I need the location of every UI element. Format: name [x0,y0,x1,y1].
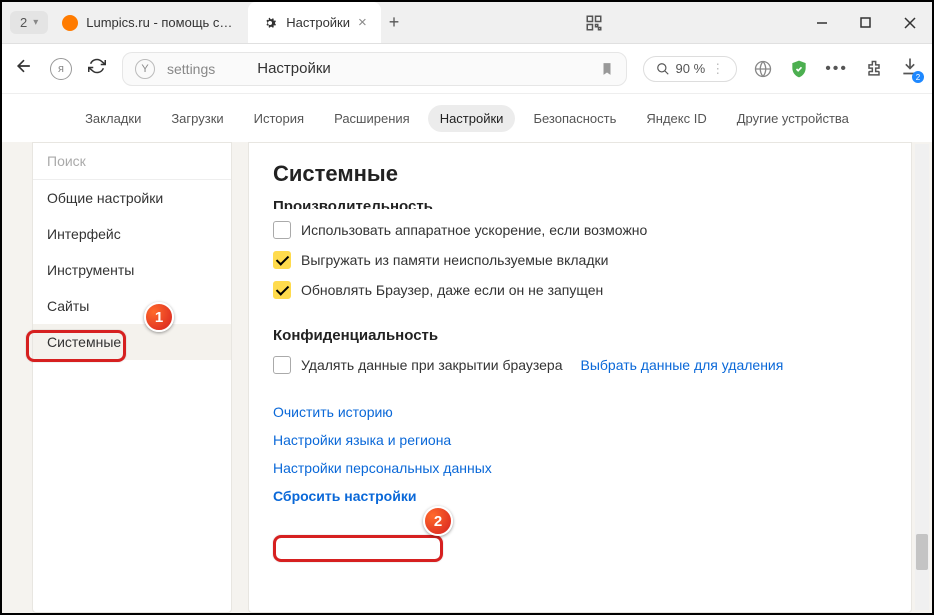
tab-title: Настройки [286,15,350,30]
sidebar-item-interface[interactable]: Интерфейс [33,216,231,252]
close-tab-icon[interactable]: × [358,14,367,31]
link-personal-data[interactable]: Настройки персональных данных [273,460,492,476]
settings-nav-tabs: Закладки Загрузки История Расширения Нас… [2,94,932,142]
option-update-browser[interactable]: Обновлять Браузер, даже если он не запущ… [273,281,887,299]
tab-bookmarks[interactable]: Закладки [73,105,153,132]
back-button[interactable] [14,56,34,81]
tab-title: Lumpics.ru - помощь с ко [86,15,234,30]
window-titlebar: 2 ▾ Lumpics.ru - помощь с ко Настройки ×… [2,2,932,44]
extensions-icon[interactable] [864,59,884,79]
globe-icon[interactable] [753,59,773,79]
option-label: Выгружать из памяти неиспользуемые вклад… [301,252,608,268]
tab-extensions[interactable]: Расширения [322,105,422,132]
url-text: settings [167,61,215,77]
shield-icon[interactable] [789,59,809,79]
section-performance: Производительность [273,199,887,209]
tab-yandexid[interactable]: Яндекс ID [634,105,718,132]
tab-security[interactable]: Безопасность [521,105,628,132]
zoom-indicator[interactable]: 90 % ⋮ [643,56,738,82]
scrollbar-track[interactable] [915,144,929,610]
tab-group-count: 2 [20,15,27,30]
qr-icon[interactable] [585,14,603,32]
browser-tab-lumpics[interactable]: Lumpics.ru - помощь с ко [48,2,248,43]
sidebar-search-input[interactable]: Поиск [33,143,231,180]
tab-other-devices[interactable]: Другие устройства [725,105,861,132]
url-page-title: Настройки [257,60,331,77]
gear-icon [262,15,278,31]
option-label: Обновлять Браузер, даже если он не запущ… [301,282,603,298]
sidebar-item-sites[interactable]: Сайты [33,288,231,324]
tab-group-chip[interactable]: 2 ▾ [10,11,48,34]
address-bar: settings Настройки 90 % ⋮ ••• 2 [2,44,932,94]
link-language-region[interactable]: Настройки языка и региона [273,432,451,448]
more-menu-button[interactable]: ••• [825,60,848,78]
option-clear-on-close[interactable]: Удалять данные при закрытии браузера Выб… [273,356,887,374]
page-heading: Системные [273,161,887,187]
window-controls [800,2,932,44]
tab-history[interactable]: История [242,105,316,132]
checkbox-checked[interactable] [273,281,291,299]
sidebar-item-system[interactable]: Системные [33,324,231,360]
site-identity-icon [135,59,155,79]
omnibox[interactable]: settings Настройки [122,52,627,86]
checkbox-unchecked[interactable] [273,356,291,374]
checkbox-checked[interactable] [273,251,291,269]
minimize-button[interactable] [800,2,844,44]
maximize-button[interactable] [844,2,888,44]
chevron-down-icon: ▾ [33,17,38,28]
magnify-icon [656,62,670,76]
tab-downloads[interactable]: Загрузки [159,105,235,132]
action-links-group: Очистить историю Настройки языка и регио… [273,404,887,506]
tab-settings[interactable]: Настройки [428,105,516,132]
link-clear-history[interactable]: Очистить историю [273,404,393,420]
option-label: Использовать аппаратное ускорение, если … [301,222,647,238]
reload-button[interactable] [88,57,106,80]
scrollbar-thumb[interactable] [916,534,928,570]
option-hardware-accel[interactable]: Использовать аппаратное ускорение, если … [273,221,887,239]
link-choose-data[interactable]: Выбрать данные для удаления [581,357,784,373]
sidebar-item-tools[interactable]: Инструменты [33,252,231,288]
content-area: Поиск Общие настройки Интерфейс Инструме… [2,142,932,613]
site-favicon-icon [62,15,78,31]
browser-tab-settings[interactable]: Настройки × [248,2,381,43]
close-window-button[interactable] [888,2,932,44]
downloads-button[interactable]: 2 [900,56,920,81]
settings-main-panel: Системные Производительность Использоват… [248,142,912,613]
bookmark-icon[interactable] [600,61,614,77]
option-unload-tabs[interactable]: Выгружать из памяти неиспользуемые вклад… [273,251,887,269]
zoom-value: 90 % [676,61,706,76]
section-privacy: Конфиденциальность [273,327,887,344]
new-tab-button[interactable]: + [389,12,400,33]
link-reset-settings[interactable]: Сбросить настройки [273,488,416,504]
checkbox-unchecked[interactable] [273,221,291,239]
option-label: Удалять данные при закрытии браузера [301,357,563,373]
downloads-badge: 2 [912,71,924,83]
yandex-icon[interactable] [50,58,72,80]
settings-sidebar: Поиск Общие настройки Интерфейс Инструме… [32,142,232,613]
sidebar-item-general[interactable]: Общие настройки [33,180,231,216]
